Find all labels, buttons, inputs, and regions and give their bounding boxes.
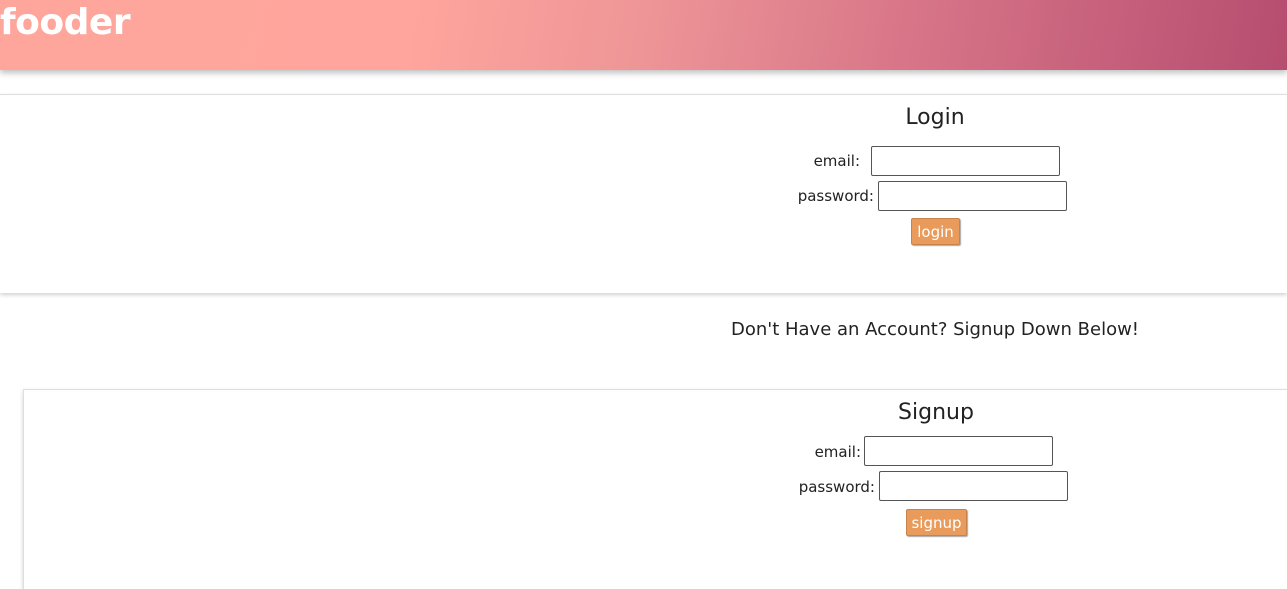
login-card: Login email: password: login (0, 94, 1287, 293)
signup-title: Signup (898, 400, 974, 425)
signup-prompt: Don't Have an Account? Signup Down Below… (730, 319, 1140, 340)
app-header: fooder (0, 0, 1287, 70)
signup-email-field[interactable] (864, 436, 1053, 466)
login-password-label: password: (797, 187, 874, 205)
signup-password-field[interactable] (879, 471, 1068, 501)
login-button[interactable]: login (911, 218, 960, 245)
login-email-field[interactable] (871, 146, 1060, 176)
login-email-label: email: (813, 152, 860, 170)
signup-card: Signup email: password: signup (23, 389, 1287, 589)
signup-password-label: password: (798, 478, 875, 496)
signup-email-label: email: (814, 443, 861, 461)
login-title: Login (905, 105, 965, 130)
login-password-field[interactable] (878, 181, 1067, 211)
brand-logo[interactable]: fooder (0, 2, 131, 43)
signup-button[interactable]: signup (906, 509, 967, 536)
